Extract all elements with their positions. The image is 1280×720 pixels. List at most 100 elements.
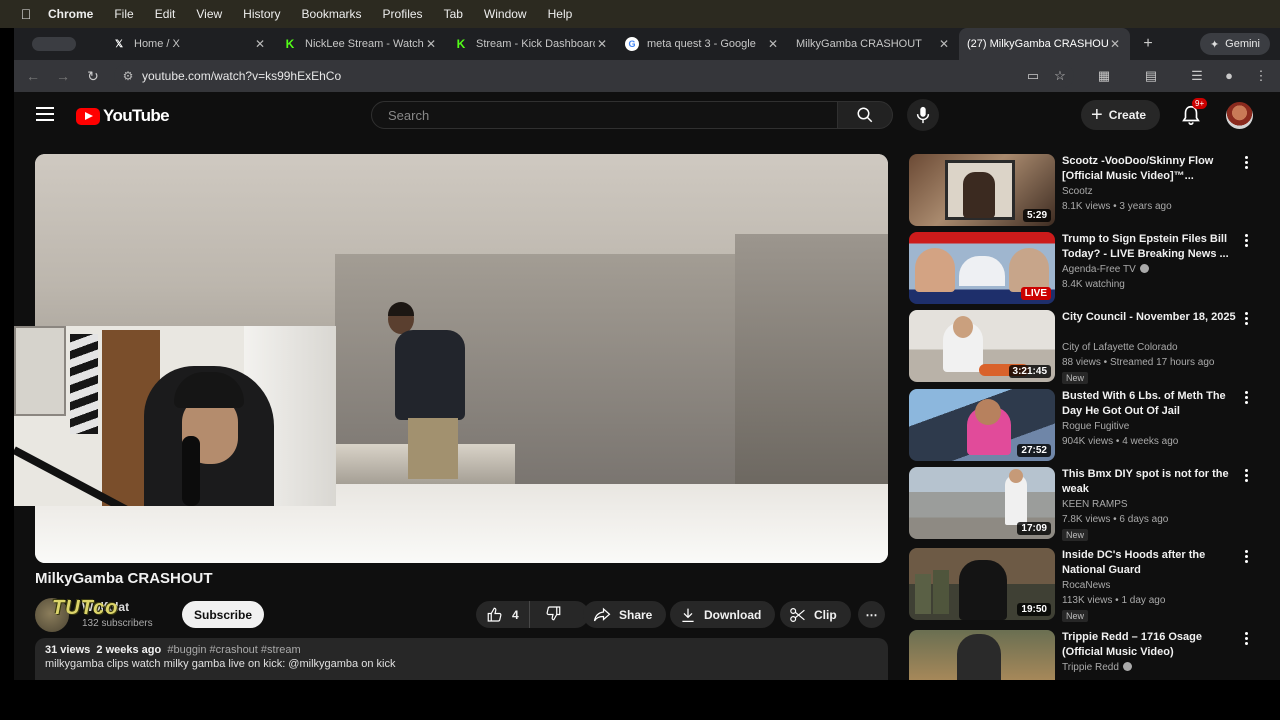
share-icon xyxy=(593,607,611,623)
gemini-button[interactable]: ✦ Gemini xyxy=(1199,33,1270,55)
recommended-video[interactable]: LIVE Trump to Sign Epstein Files Bill To… xyxy=(909,232,1269,304)
download-button[interactable]: Download xyxy=(670,601,776,628)
menu-tab[interactable]: Tab xyxy=(444,7,463,21)
tab-youtube-active[interactable]: ▶ (27) MilkyGamba CRASHOUT ✕ xyxy=(959,28,1130,102)
create-button[interactable]: + Create xyxy=(1081,100,1161,130)
video-thumbnail[interactable]: LIVE xyxy=(909,232,1055,304)
video-thumbnail[interactable] xyxy=(909,630,1055,680)
hamburger-menu-icon[interactable] xyxy=(36,107,54,125)
tab-nicklee-stream[interactable]: K NickLee Stream - Watch ✕ xyxy=(275,28,446,60)
close-tab-icon[interactable]: ✕ xyxy=(253,37,267,51)
recommended-channel[interactable]: RocaNews xyxy=(1062,580,1110,591)
recommended-channel[interactable]: Scootz xyxy=(1062,186,1093,197)
voice-search-button[interactable] xyxy=(907,99,939,131)
youtube-logo[interactable]: YouTube xyxy=(76,106,170,126)
back-icon[interactable]: ← xyxy=(18,68,48,84)
gemini-label: Gemini xyxy=(1225,38,1260,50)
description-box[interactable]: 31 views 2 weeks ago #buggin #crashout #… xyxy=(35,638,888,680)
recommended-meta: 88 views • Streamed 17 hours ago xyxy=(1062,357,1215,368)
extensions-icon[interactable]: ▦ xyxy=(1095,68,1113,84)
account-avatar[interactable] xyxy=(1226,102,1253,129)
recommended-video[interactable]: Trippie Redd – 1716 Osage (Official Musi… xyxy=(909,630,1269,680)
new-badge: New xyxy=(1062,610,1089,622)
more-vert-icon[interactable] xyxy=(1245,234,1251,249)
apple-icon[interactable]:  xyxy=(18,6,34,22)
video-thumbnail[interactable]: 5:29 xyxy=(909,154,1055,226)
tab-kick-dashboard[interactable]: K Stream - Kick Dashboard ✕ xyxy=(446,28,617,60)
close-tab-icon[interactable]: ✕ xyxy=(595,37,609,51)
tab-youtube-1[interactable]: ▶ MilkyGamba CRASHOUT ✕ xyxy=(788,28,959,102)
reload-icon[interactable]: ↻ xyxy=(78,68,108,85)
video-duration: 5:29 xyxy=(1022,209,1051,222)
bookmark-star-icon[interactable]: ☆ xyxy=(1051,68,1069,84)
recommended-video[interactable]: 27:52 Busted With 6 Lbs. of Meth The Day… xyxy=(909,389,1269,461)
search-input[interactable]: Search xyxy=(371,101,838,129)
menu-history[interactable]: History xyxy=(243,7,280,21)
recommended-video[interactable]: 17:09 This Bmx DIY spot is not for the w… xyxy=(909,467,1269,541)
close-tab-icon[interactable]: ✕ xyxy=(1108,37,1122,51)
tab-x-home[interactable]: 𝕏 Home / X ✕ xyxy=(104,28,275,60)
video-thumbnail[interactable]: 17:09 xyxy=(909,467,1055,539)
recommended-meta: 8.4K watching xyxy=(1062,279,1125,290)
site-info-icon[interactable]: ⚙ xyxy=(114,69,142,83)
more-vert-icon[interactable] xyxy=(1245,632,1251,647)
menu-edit[interactable]: Edit xyxy=(155,7,176,21)
menu-help[interactable]: Help xyxy=(548,7,573,21)
download-label: Download xyxy=(704,607,762,622)
recommended-video[interactable]: 19:50 Inside DC's Hoods after the Nation… xyxy=(909,548,1269,622)
menu-view[interactable]: View xyxy=(196,7,222,21)
dislike-button[interactable] xyxy=(530,604,576,625)
close-tab-icon[interactable]: ✕ xyxy=(937,37,951,51)
clip-button[interactable]: Clip xyxy=(780,601,851,628)
browser-menu-icon[interactable]: ⋮ xyxy=(1252,68,1270,84)
menu-app-chrome[interactable]: Chrome xyxy=(48,7,93,21)
menu-bookmarks[interactable]: Bookmarks xyxy=(302,7,362,21)
search-button[interactable] xyxy=(837,101,893,129)
menu-window[interactable]: Window xyxy=(484,7,527,21)
menu-profiles[interactable]: Profiles xyxy=(383,7,423,21)
recommended-channel[interactable]: Rogue Fugitive xyxy=(1062,421,1129,432)
recommended-channel[interactable]: KEEN RAMPS xyxy=(1062,499,1128,510)
tab-search-icon[interactable]: ▤ xyxy=(1142,68,1160,84)
forward-icon[interactable]: → xyxy=(48,68,78,84)
share-button[interactable]: Share xyxy=(583,601,667,628)
install-app-icon[interactable]: ▭ xyxy=(1024,68,1042,84)
more-vert-icon[interactable] xyxy=(1245,391,1251,406)
recommended-video[interactable]: 3:21:45 City Council - November 18, 2025… xyxy=(909,310,1269,384)
subscribe-button[interactable]: Subscribe xyxy=(182,601,264,628)
close-tab-icon[interactable]: ✕ xyxy=(766,37,780,51)
video-thumbnail[interactable]: 19:50 xyxy=(909,548,1055,620)
video-thumbnail[interactable]: 3:21:45 xyxy=(909,310,1055,382)
view-count: 31 views xyxy=(45,644,91,656)
webcam-overlay xyxy=(14,326,336,506)
menu-file[interactable]: File xyxy=(114,7,133,21)
recommended-channel[interactable]: City of Lafayette Colorado xyxy=(1062,342,1178,353)
new-tab-button[interactable]: + xyxy=(1136,35,1160,53)
tab-title: (27) MilkyGamba CRASHOUT xyxy=(967,38,1108,50)
more-vert-icon[interactable] xyxy=(1245,156,1251,171)
media-control-icon[interactable]: ☰ xyxy=(1188,68,1206,84)
browser-toolbar: ← → ↻ ⚙ youtube.com/watch?v=ks99hExEhCo … xyxy=(14,60,1280,92)
recommended-video[interactable]: 5:29 Scootz -VooDoo/Skinny Flow [Officia… xyxy=(909,154,1269,226)
close-tab-icon[interactable]: ✕ xyxy=(424,37,438,51)
hashtags[interactable]: #buggin #crashout #stream xyxy=(167,644,300,656)
recommended-channel[interactable]: Agenda-Free TV xyxy=(1062,264,1149,275)
recommended-channel[interactable]: Trippie Redd xyxy=(1062,662,1132,673)
more-vert-icon[interactable] xyxy=(1245,469,1251,484)
youtube-play-icon xyxy=(76,107,100,125)
like-count: 4 xyxy=(512,607,519,622)
tab-google-search[interactable]: G meta quest 3 - Google ✕ xyxy=(617,28,788,60)
more-actions-button[interactable]: ⋯ xyxy=(858,601,885,628)
channel-logo-overlay: TUTco xyxy=(52,597,119,619)
tab-group-chip[interactable] xyxy=(32,37,76,51)
new-badge: New xyxy=(1062,529,1089,541)
like-button[interactable]: 4 xyxy=(476,601,530,628)
recommended-title: Inside DC's Hoods after the National Gua… xyxy=(1062,549,1206,576)
more-vert-icon[interactable] xyxy=(1245,312,1251,327)
video-thumbnail[interactable]: 27:52 xyxy=(909,389,1055,461)
video-duration: 17:09 xyxy=(1017,522,1051,535)
address-bar[interactable]: ⚙ youtube.com/watch?v=ks99hExEhCo xyxy=(114,64,1074,88)
live-badge: LIVE xyxy=(1020,287,1051,300)
profile-icon[interactable]: ● xyxy=(1220,68,1238,83)
more-vert-icon[interactable] xyxy=(1245,550,1251,565)
